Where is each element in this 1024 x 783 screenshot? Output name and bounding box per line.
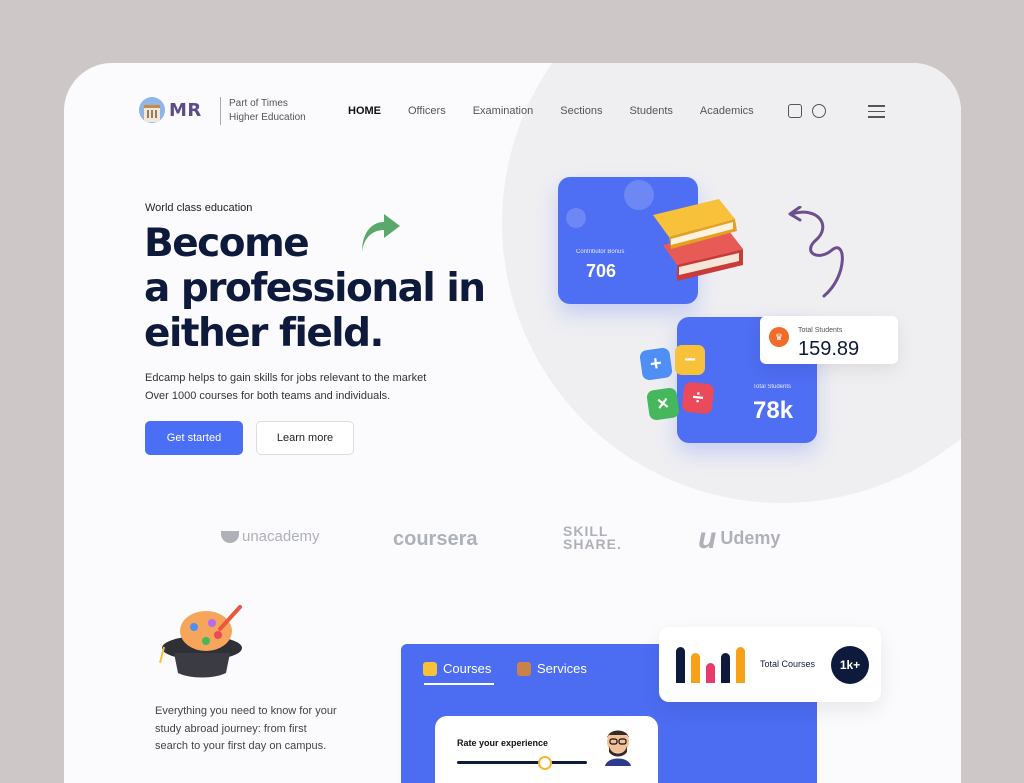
rating-slider-track[interactable] xyxy=(457,761,587,764)
main-nav: HOME Officers Examination Sections Stude… xyxy=(348,105,781,117)
hero-description-line-2: Over 1000 courses for both teams and ind… xyxy=(145,390,391,402)
total-courses-value: 1k+ xyxy=(831,646,869,684)
contributor-bonus-value: 706 xyxy=(586,261,617,281)
tab-services-label: Services xyxy=(537,661,587,676)
nav-home[interactable]: HOME xyxy=(348,105,381,117)
partner-skillshare[interactable]: SKILL SHARE. xyxy=(563,524,633,551)
university-building-icon xyxy=(139,97,165,123)
curved-arrow-icon xyxy=(362,214,400,252)
bottom-description-line-2: study abroad journey: from first xyxy=(155,722,307,735)
unacademy-logo-icon xyxy=(221,530,239,543)
headline-line-2: a professional in xyxy=(144,266,486,311)
course-bar-5 xyxy=(736,647,745,683)
udemy-logo-icon: u xyxy=(698,521,717,555)
graduation-cap-palette-icon xyxy=(159,605,242,678)
bottom-description: Everything you need to know for your stu… xyxy=(155,703,345,756)
active-tab-indicator xyxy=(424,683,494,685)
headline-line-1: Become xyxy=(144,221,310,266)
hero-eyebrow: World class education xyxy=(145,202,253,214)
total-students-label: Total Students xyxy=(753,384,792,390)
hero-description: Edcamp helps to gain skills for jobs rel… xyxy=(145,369,426,405)
logo[interactable]: MR xyxy=(139,97,202,123)
trophy-icon: ♛ xyxy=(769,327,789,347)
globe-icon[interactable] xyxy=(812,104,826,118)
course-bar-4 xyxy=(721,653,730,683)
nav-officers[interactable]: Officers xyxy=(408,105,446,117)
books-icon xyxy=(653,199,743,281)
partner-unacademy-label: unacademy xyxy=(242,528,320,545)
bottom-description-line-3: search to your first day on campus. xyxy=(155,740,327,752)
tab-courses-label: Courses xyxy=(443,661,492,676)
nav-academics[interactable]: Academics xyxy=(700,105,754,117)
tab-courses[interactable]: Courses xyxy=(423,661,491,676)
total-courses-card: Total Courses 1k+ xyxy=(659,627,881,702)
headline-line-3: either field. xyxy=(144,311,384,356)
course-bar-2 xyxy=(691,653,700,683)
students-stat-value: 159.89 xyxy=(798,338,860,360)
nav-sections[interactable]: Sections xyxy=(560,105,602,117)
total-courses-label: Total Courses xyxy=(760,659,816,669)
partner-unacademy[interactable]: unacademy xyxy=(221,528,320,545)
tagline-line-2: Higher Education xyxy=(229,112,306,123)
loop-arrow-icon xyxy=(788,206,844,298)
logo-text: MR xyxy=(169,99,202,121)
profile-icon[interactable] xyxy=(788,104,802,118)
page-card: MR Part of Times Higher Education HOME O… xyxy=(64,63,961,783)
students-stat-label: Total Students xyxy=(798,327,843,334)
tagline-line-1: Part of Times xyxy=(229,98,288,109)
logo-tagline: Part of Times Higher Education xyxy=(220,97,306,125)
course-bar-1 xyxy=(676,647,685,683)
partner-coursera[interactable]: coursera xyxy=(393,528,478,551)
nav-examination[interactable]: Examination xyxy=(473,105,534,117)
course-bar-3 xyxy=(706,663,715,683)
rate-experience-card: Rate your experience xyxy=(435,716,658,783)
box-icon xyxy=(517,661,531,676)
hamburger-menu-icon[interactable] xyxy=(868,105,885,122)
tab-services[interactable]: Services xyxy=(517,661,587,676)
partner-udemy-label: Udemy xyxy=(720,528,781,548)
contributor-bonus-label: Contributor Bonus xyxy=(576,249,625,255)
get-started-button[interactable]: Get started xyxy=(145,421,243,455)
calculator-icon: + − × ÷ xyxy=(639,345,720,425)
trophy-icon xyxy=(423,661,437,676)
avatar xyxy=(605,730,631,766)
total-students-value: 78k xyxy=(753,397,794,424)
partner-udemy[interactable]: u Udemy xyxy=(698,521,781,555)
students-stat-card: ♛ Total Students 159.89 xyxy=(760,316,898,364)
learn-more-button[interactable]: Learn more xyxy=(256,421,354,455)
nav-students[interactable]: Students xyxy=(629,105,672,117)
hero-headline: Become a professional in either field. xyxy=(144,221,524,356)
rate-label: Rate your experience xyxy=(457,738,549,748)
hero-description-line-1: Edcamp helps to gain skills for jobs rel… xyxy=(145,372,427,384)
bottom-description-line-1: Everything you need to know for your xyxy=(155,705,337,717)
